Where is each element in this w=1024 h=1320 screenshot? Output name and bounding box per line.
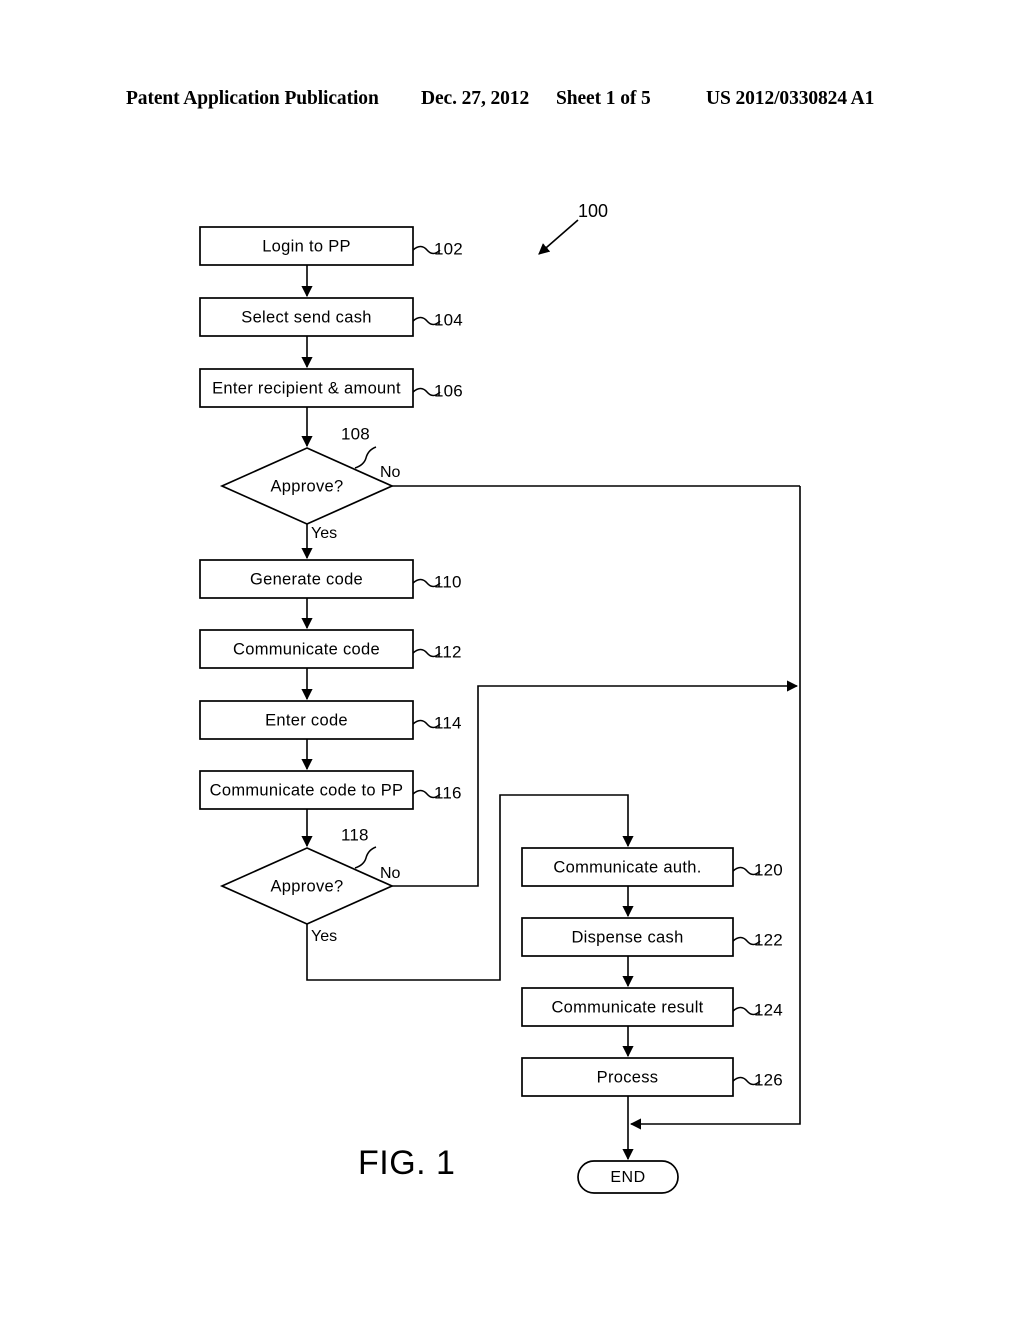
node-110-generate-code[interactable]: Generate code bbox=[199, 559, 414, 599]
ref-126: 126 bbox=[754, 1070, 783, 1089]
node-108-label: Approve? bbox=[270, 477, 343, 495]
ref-112: 112 bbox=[434, 642, 462, 661]
node-124-communicate-result[interactable]: Communicate result bbox=[521, 987, 734, 1027]
figure-1: Login to PP 102 Select send cash 104 Ent… bbox=[0, 0, 1024, 1320]
flowchart-svg: Login to PP 102 Select send cash 104 Ent… bbox=[199, 201, 801, 1194]
node-120-label: Communicate auth. bbox=[553, 858, 701, 876]
node-end-terminator[interactable]: END bbox=[577, 1160, 679, 1194]
diagram-ref-100: 100 bbox=[578, 201, 608, 221]
end-label: END bbox=[610, 1169, 645, 1186]
leader-108 bbox=[354, 446, 377, 469]
node-114-enter-code[interactable]: Enter code bbox=[199, 700, 414, 740]
node-106-label: Enter recipient & amount bbox=[212, 379, 401, 397]
diagram-ref-leader bbox=[538, 219, 579, 255]
branch-label-108-yes: Yes bbox=[311, 525, 337, 542]
node-108-approve-decision[interactable]: Approve? bbox=[219, 447, 395, 525]
node-120-communicate-auth[interactable]: Communicate auth. bbox=[521, 847, 734, 887]
node-112-label: Communicate code bbox=[233, 640, 380, 658]
node-106-enter-recipient-amount[interactable]: Enter recipient & amount bbox=[199, 368, 414, 408]
ref-122: 122 bbox=[754, 930, 783, 949]
branch-label-108-no: No bbox=[380, 464, 401, 481]
figure-caption: FIG. 1 bbox=[358, 1144, 455, 1182]
node-104-label: Select send cash bbox=[241, 308, 371, 326]
node-104-select-send-cash[interactable]: Select send cash bbox=[199, 297, 414, 337]
node-102-label: Login to PP bbox=[262, 237, 351, 255]
ref-120: 120 bbox=[754, 860, 783, 879]
node-114-label: Enter code bbox=[265, 711, 348, 729]
ref-102: 102 bbox=[434, 239, 463, 258]
branch-label-118-no: No bbox=[380, 865, 401, 882]
ref-116: 116 bbox=[434, 783, 462, 802]
ref-114: 114 bbox=[434, 713, 462, 732]
node-116-label: Communicate code to PP bbox=[210, 781, 404, 799]
ref-108: 108 bbox=[341, 424, 370, 443]
node-126-process[interactable]: Process bbox=[521, 1057, 734, 1097]
leader-118 bbox=[354, 846, 377, 869]
node-118-approve-decision[interactable]: Approve? bbox=[219, 847, 395, 925]
node-116-communicate-code-to-pp[interactable]: Communicate code to PP bbox=[199, 770, 414, 810]
ref-118: 118 bbox=[341, 825, 369, 844]
edge-bus-to-end bbox=[629, 486, 801, 1130]
ref-110: 110 bbox=[434, 572, 462, 591]
node-122-dispense-cash[interactable]: Dispense cash bbox=[521, 917, 734, 957]
node-102-login-to-pp[interactable]: Login to PP bbox=[199, 226, 414, 266]
node-118-label: Approve? bbox=[270, 877, 343, 895]
ref-106: 106 bbox=[434, 381, 463, 400]
ref-104: 104 bbox=[434, 310, 463, 329]
ref-124: 124 bbox=[754, 1000, 783, 1019]
node-126-label: Process bbox=[597, 1068, 659, 1086]
node-122-label: Dispense cash bbox=[571, 928, 683, 946]
node-110-label: Generate code bbox=[250, 570, 363, 588]
branch-label-118-yes: Yes bbox=[311, 928, 337, 945]
patent-page: Patent Application Publication Dec. 27, … bbox=[0, 0, 1024, 1320]
node-112-communicate-code[interactable]: Communicate code bbox=[199, 629, 414, 669]
node-124-label: Communicate result bbox=[551, 998, 703, 1016]
